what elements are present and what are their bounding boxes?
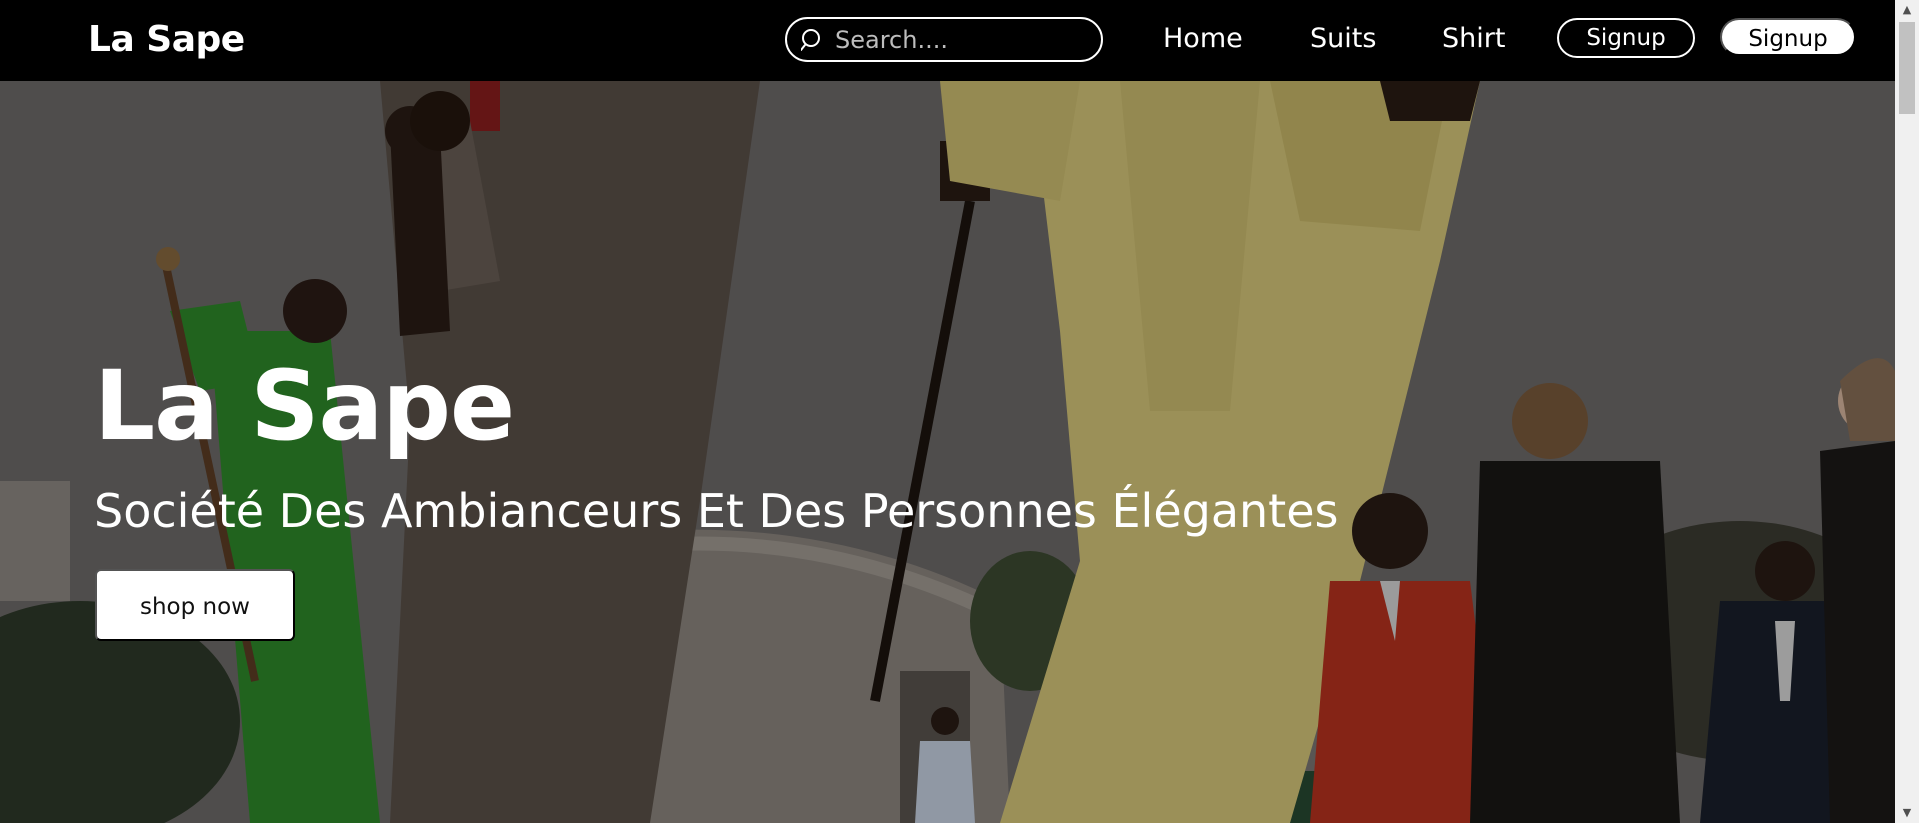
- nav-link-home[interactable]: Home: [1163, 21, 1243, 57]
- search-icon: [800, 28, 825, 52]
- nav-link-shirt[interactable]: Shirt: [1442, 21, 1505, 57]
- nav-link-suits[interactable]: Suits: [1310, 21, 1376, 57]
- signup-filled-button[interactable]: Signup: [1720, 18, 1856, 56]
- search-input[interactable]: [835, 25, 1091, 55]
- scrollbar-thumb[interactable]: [1899, 22, 1915, 114]
- hero-subtitle: Société Des Ambianceurs Et Des Personnes…: [94, 484, 1339, 538]
- navbar: La Sape Home Suits Shirt Signup Signup: [0, 0, 1895, 81]
- signup-outline-button[interactable]: Signup: [1557, 18, 1695, 58]
- page: La Sape Home Suits Shirt Signup Signup: [0, 0, 1919, 823]
- hero-title: La Sape: [94, 350, 515, 462]
- shop-now-button[interactable]: shop now: [95, 569, 295, 641]
- brand-logo[interactable]: La Sape: [88, 18, 245, 62]
- hero-section: La Sape Société Des Ambianceurs Et Des P…: [0, 81, 1895, 823]
- chevron-down-icon[interactable]: ▼: [1895, 803, 1919, 823]
- search-box[interactable]: [785, 17, 1103, 62]
- vertical-scrollbar[interactable]: ▲ ▼: [1895, 0, 1919, 823]
- chevron-up-icon[interactable]: ▲: [1895, 0, 1919, 20]
